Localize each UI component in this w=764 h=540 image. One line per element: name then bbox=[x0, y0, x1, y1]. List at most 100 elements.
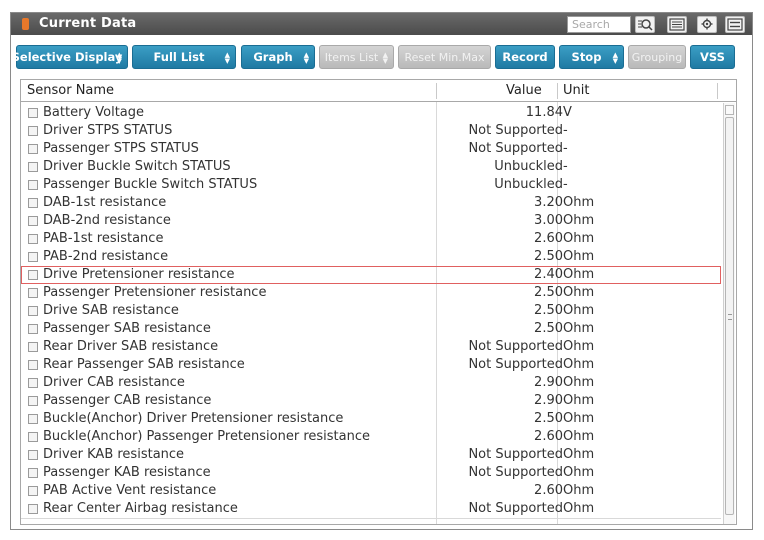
table-row[interactable]: PAB Active Vent resistance 2.60 Ohm bbox=[21, 482, 721, 500]
menu-icon[interactable] bbox=[725, 16, 745, 33]
dropdown-arrows-icon: ▲ ▼ bbox=[116, 51, 122, 65]
table-header: Sensor Name Value Unit bbox=[21, 80, 736, 102]
vss-button[interactable]: VSS bbox=[690, 45, 735, 69]
table-row[interactable]: Driver STPS STATUS Not Supported - bbox=[21, 122, 721, 140]
row-checkbox[interactable] bbox=[28, 162, 38, 172]
table-row[interactable]: Driver KAB resistance Not Supported Ohm bbox=[21, 446, 721, 464]
table-row[interactable]: DAB-1st resistance 3.20 Ohm bbox=[21, 194, 721, 212]
table-row[interactable]: Battery Voltage 11.84 V bbox=[21, 104, 721, 122]
row-checkbox[interactable] bbox=[28, 504, 38, 514]
column-header-value[interactable]: Value bbox=[506, 83, 542, 98]
sensor-name: DAB-2nd resistance bbox=[43, 213, 171, 228]
setting-icon[interactable] bbox=[697, 16, 717, 33]
sensor-unit: Ohm bbox=[563, 267, 595, 282]
table-row[interactable]: PAB-2nd resistance 2.50 Ohm bbox=[21, 248, 721, 266]
table-row[interactable]: Passenger STPS STATUS Not Supported - bbox=[21, 140, 721, 158]
graph-button[interactable]: Graph ▲ ▼ bbox=[241, 45, 315, 69]
sensor-unit: Ohm bbox=[563, 357, 595, 372]
row-checkbox[interactable] bbox=[28, 198, 38, 208]
row-checkbox[interactable] bbox=[28, 414, 38, 424]
row-checkbox[interactable] bbox=[28, 108, 38, 118]
table-row[interactable]: Driver CAB resistance 2.90 Ohm bbox=[21, 374, 721, 392]
row-checkbox[interactable] bbox=[28, 306, 38, 316]
search-input[interactable] bbox=[567, 16, 631, 33]
scroll-up-arrow-icon[interactable] bbox=[725, 105, 734, 115]
grouping-button[interactable]: Grouping bbox=[628, 45, 686, 69]
sensor-name: Passenger KAB resistance bbox=[43, 465, 211, 480]
table-row[interactable]: Drive SAB resistance 2.50 Ohm bbox=[21, 302, 721, 320]
row-checkbox[interactable] bbox=[28, 396, 38, 406]
table-row[interactable]: Driver Buckle Switch STATUS Unbuckled - bbox=[21, 158, 721, 176]
scroll-thumb[interactable] bbox=[725, 117, 734, 515]
sensor-unit: - bbox=[563, 123, 568, 138]
sensor-name: PAB-1st resistance bbox=[43, 231, 164, 246]
sensor-value: Not Supported bbox=[468, 465, 563, 480]
row-checkbox[interactable] bbox=[28, 360, 38, 370]
sensor-unit: Ohm bbox=[563, 447, 595, 462]
row-checkbox[interactable] bbox=[28, 486, 38, 496]
table-row[interactable]: Rear Driver SAB resistance Not Supported O… bbox=[21, 338, 721, 356]
row-checkbox[interactable] bbox=[28, 468, 38, 478]
sensor-value: 2.50 bbox=[534, 411, 563, 426]
table-row[interactable]: Passenger Buckle Switch STATUS Unbuckled - bbox=[21, 176, 721, 194]
sensor-unit: Ohm bbox=[563, 213, 595, 228]
row-checkbox[interactable] bbox=[28, 450, 38, 460]
row-checkbox[interactable] bbox=[28, 234, 38, 244]
table-row[interactable]: Passenger KAB resistance Not Supported Ohm bbox=[21, 464, 721, 482]
sensor-value: Unbuckled bbox=[494, 177, 563, 192]
column-divider[interactable] bbox=[717, 83, 718, 99]
sensor-name: Passenger Pretensioner resistance bbox=[43, 285, 267, 300]
table-row[interactable]: Rear Passenger SAB resistance Not Support… bbox=[21, 356, 721, 374]
sensor-value: 2.50 bbox=[534, 285, 563, 300]
table-row[interactable]: Buckle(Anchor) Passenger Pretensioner re… bbox=[21, 428, 721, 446]
column-divider[interactable] bbox=[436, 83, 437, 99]
table-row[interactable]: DAB-2nd resistance 3.00 Ohm bbox=[21, 212, 721, 230]
sensor-name: PAB-2nd resistance bbox=[43, 249, 169, 264]
sensor-name: Passenger STPS STATUS bbox=[43, 141, 199, 156]
sensor-unit: - bbox=[563, 177, 568, 192]
dropdown-arrows-icon: ▲ ▼ bbox=[224, 51, 230, 65]
row-checkbox[interactable] bbox=[28, 126, 38, 136]
row-checkbox[interactable] bbox=[28, 144, 38, 154]
sensor-value: 3.00 bbox=[534, 213, 563, 228]
table-row[interactable]: Passenger CAB resistance 2.90 Ohm bbox=[21, 392, 721, 410]
reset-min-max-button[interactable]: Reset Min.Max bbox=[398, 45, 491, 69]
table-row[interactable]: PAB-1st resistance 2.60 Ohm bbox=[21, 230, 721, 248]
row-checkbox[interactable] bbox=[28, 270, 38, 280]
row-checkbox[interactable] bbox=[28, 252, 38, 262]
dropdown-arrows-icon: ▲ ▼ bbox=[612, 51, 618, 65]
sensor-unit: - bbox=[563, 159, 568, 174]
sensor-value: 2.50 bbox=[534, 321, 563, 336]
stop-button[interactable]: Stop ▲ ▼ bbox=[559, 45, 624, 69]
sensor-unit: Ohm bbox=[563, 393, 595, 408]
sensor-name: PAB Active Vent resistance bbox=[43, 483, 217, 498]
magnify-list-icon[interactable] bbox=[635, 16, 655, 33]
row-checkbox[interactable] bbox=[28, 180, 38, 190]
row-checkbox[interactable] bbox=[28, 432, 38, 442]
selective-display-button[interactable]: Selective Display ▲ ▼ bbox=[12, 45, 128, 69]
row-checkbox[interactable] bbox=[28, 378, 38, 388]
list-icon[interactable] bbox=[667, 16, 687, 33]
table-row[interactable]: Passenger SAB resistance 2.50 Ohm bbox=[21, 320, 721, 338]
title-bar: Current Data bbox=[11, 13, 752, 35]
table-row[interactable]: Drive Pretensioner resistance 2.40 Ohm bbox=[21, 266, 721, 284]
window-title: Current Data bbox=[39, 16, 137, 31]
column-divider[interactable] bbox=[557, 83, 558, 99]
sensor-value: 2.90 bbox=[534, 375, 563, 390]
dropdown-arrows-icon: ▲ ▼ bbox=[382, 51, 388, 65]
sensor-value: 2.40 bbox=[534, 267, 563, 282]
record-button[interactable]: Record bbox=[495, 45, 555, 69]
row-checkbox[interactable] bbox=[28, 288, 38, 298]
table-row[interactable]: Rear Center Airbag resistance Not Support… bbox=[21, 500, 721, 518]
vertical-scrollbar[interactable] bbox=[723, 103, 735, 524]
table-row[interactable]: Buckle(Anchor) Driver Pretensioner resis… bbox=[21, 410, 721, 428]
row-checkbox[interactable] bbox=[28, 324, 38, 334]
column-header-unit[interactable]: Unit bbox=[563, 83, 589, 98]
row-checkbox[interactable] bbox=[28, 342, 38, 352]
window-icon bbox=[22, 18, 29, 30]
full-list-button[interactable]: Full List ▲ ▼ bbox=[132, 45, 236, 69]
column-header-sensor-name[interactable]: Sensor Name bbox=[27, 83, 114, 98]
row-checkbox[interactable] bbox=[28, 216, 38, 226]
items-list-button[interactable]: Items List ▲ ▼ bbox=[319, 45, 394, 69]
table-row[interactable]: Passenger Pretensioner resistance 2.50 Ohm bbox=[21, 284, 721, 302]
